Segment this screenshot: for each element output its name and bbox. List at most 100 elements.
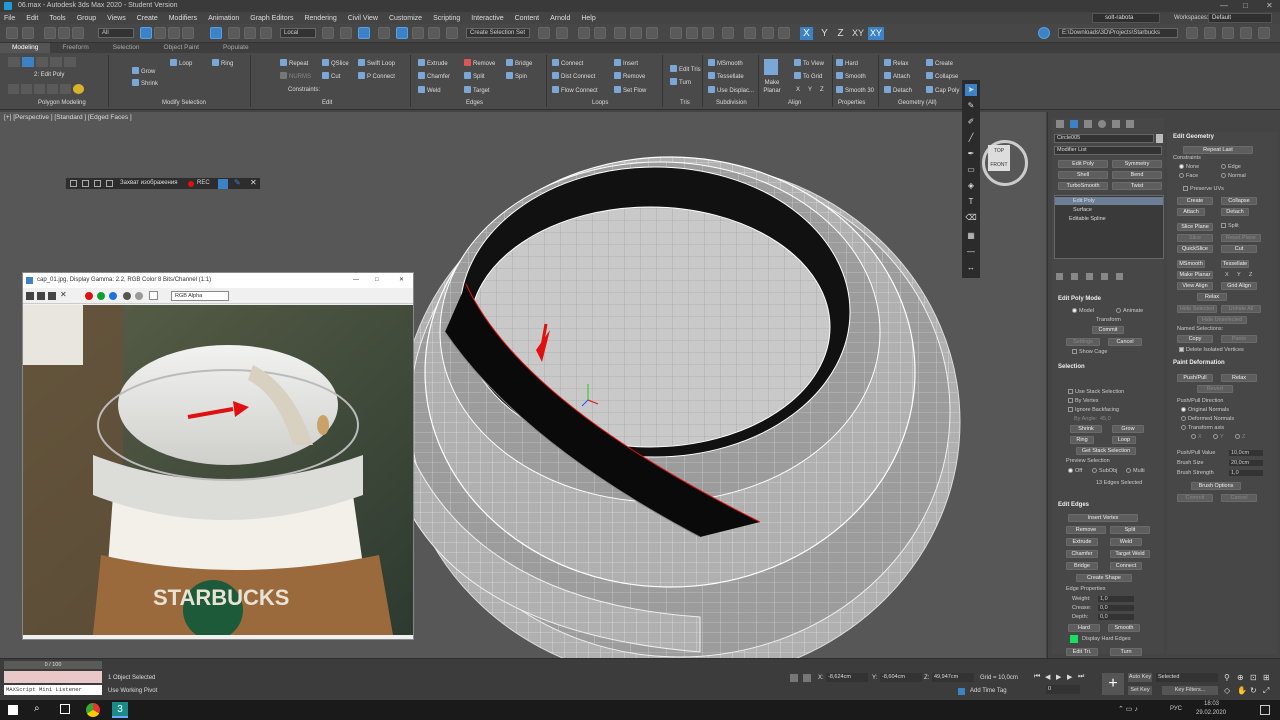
brush-size-value[interactable]: 20,0cm — [1229, 460, 1263, 466]
weight-value[interactable]: 1,0 — [1098, 596, 1134, 602]
edge-hard-button[interactable]: Hard — [1068, 624, 1100, 632]
channel-select[interactable]: RGB Alpha — [171, 291, 229, 301]
align-y-button[interactable]: Y — [808, 86, 812, 94]
border-mode-icon[interactable] — [36, 57, 48, 67]
smooth30-button[interactable]: Smooth 30 — [836, 86, 874, 95]
goto-start-icon[interactable]: ⏮ — [1034, 673, 1042, 681]
geo-x-button[interactable]: X — [1225, 272, 1229, 278]
hide-unselected-button[interactable]: Hide Unselected — [1197, 316, 1247, 324]
ref-coord-select[interactable]: Local — [280, 28, 316, 38]
folder-new-icon[interactable] — [1240, 27, 1252, 39]
pan-icon[interactable]: ✋ — [1237, 686, 1247, 697]
connect-button[interactable]: Connect — [552, 59, 583, 68]
depth-value[interactable]: 0,0 — [1098, 614, 1134, 620]
delete-isolated-checkbox[interactable]: Delete Isolated Vertices — [1179, 347, 1244, 353]
menu-views[interactable]: Views — [107, 15, 126, 22]
menu-group[interactable]: Group — [77, 15, 96, 22]
save-image-icon[interactable] — [26, 292, 34, 300]
flow-connect-button[interactable]: Flow Connect — [552, 86, 598, 95]
arnold-ipr-icon[interactable] — [778, 27, 790, 39]
percent-snap-icon[interactable] — [412, 27, 424, 39]
line-weight-icon[interactable]: — — [965, 246, 977, 258]
maxscript-listener[interactable]: MAXScript Mini Listener — [4, 685, 102, 695]
modify-tab-icon[interactable] — [1070, 120, 1078, 128]
cap-poly-button[interactable]: Cap Poly — [926, 86, 959, 95]
mirror-icon[interactable] — [538, 27, 550, 39]
detach-button[interactable]: Detach — [884, 86, 912, 95]
windows-start-icon[interactable] — [8, 705, 18, 715]
grow-button[interactable]: Grow — [132, 67, 155, 76]
zoom-extents-icon[interactable]: ⊡ — [1250, 673, 1260, 683]
folder-up-icon[interactable] — [1222, 27, 1234, 39]
axis-z-radio[interactable]: Z — [1235, 434, 1245, 440]
model-radio[interactable]: Model — [1072, 308, 1094, 314]
zoom-all-icon[interactable]: ⊕ — [1237, 673, 1247, 683]
workspace-select[interactable]: Default — [1208, 13, 1272, 23]
align-icon[interactable] — [556, 27, 568, 39]
paint-commit-button[interactable]: Commit — [1177, 494, 1213, 502]
remove-button[interactable]: Remove — [464, 59, 495, 68]
user-menu[interactable]: solt-rabota — [1092, 13, 1160, 23]
named-paste-button[interactable]: Paste — [1221, 335, 1257, 343]
schematic-view-icon[interactable] — [630, 27, 642, 39]
menu-tools[interactable]: Tools — [49, 15, 65, 22]
tab-freeform[interactable]: Freeform — [50, 43, 100, 53]
constraint-edge-radio[interactable]: Edge — [1221, 164, 1241, 170]
capture-label[interactable]: Захват изображения — [120, 180, 177, 186]
menu-file[interactable]: File — [4, 15, 15, 22]
loop-button[interactable]: Loop — [1112, 436, 1136, 444]
loop-remove-button[interactable]: Remove — [614, 72, 645, 81]
zoom-extents-all-icon[interactable]: ⊞ — [1263, 673, 1273, 683]
hide-selected-button[interactable]: Hide Selected — [1177, 305, 1217, 313]
zoom-icon[interactable]: ⚲ — [1224, 673, 1234, 683]
slice-button[interactable]: Slice — [1177, 234, 1213, 242]
alpha-channel-icon[interactable] — [123, 292, 131, 300]
menu-customize[interactable]: Customize — [389, 15, 422, 22]
geo-cut-button[interactable]: Cut — [1221, 245, 1257, 253]
add-time-tag[interactable]: Add Time Tag — [970, 688, 1007, 694]
brush-options-button[interactable]: Brush Options — [1191, 482, 1241, 490]
clock-time[interactable]: 18:03 — [1204, 701, 1219, 707]
key-filters-button[interactable]: Key Filters... — [1162, 686, 1218, 695]
paint-deformation-title[interactable]: Paint Deformation — [1173, 360, 1225, 366]
search-icon[interactable]: ⌕ — [34, 703, 40, 714]
configure-sets-icon[interactable] — [1116, 273, 1123, 280]
scale-icon[interactable] — [244, 27, 256, 39]
target-button[interactable]: Target — [464, 86, 490, 95]
edge-split-button[interactable]: Split — [1110, 526, 1150, 534]
redo-icon[interactable] — [22, 27, 34, 39]
ring-button[interactable]: Ring — [212, 59, 233, 68]
edge-chamfer-button[interactable]: Chamfer — [1066, 550, 1098, 558]
axis-y-radio[interactable]: Y — [1213, 434, 1224, 440]
tab-selection[interactable]: Selection — [101, 43, 152, 53]
geo-attach-button[interactable]: Attach — [1177, 208, 1205, 216]
text-icon[interactable]: T — [965, 196, 977, 208]
make-planar-button[interactable]: Make Planar — [762, 79, 782, 95]
y-coord-field[interactable]: -8,604cm — [880, 673, 922, 682]
group-polygon-modeling[interactable]: Polygon Modeling — [38, 100, 86, 106]
align-z-button[interactable]: Z — [820, 86, 824, 94]
edit-poly-mode-title[interactable]: Edit Poly Mode — [1058, 296, 1101, 302]
show-end-result-icon[interactable] — [34, 84, 45, 94]
project-path-field[interactable]: E:\Downloads\3D\Projects\Starbucks — [1058, 28, 1178, 38]
crop-icon[interactable] — [106, 180, 113, 187]
render-setup-icon[interactable] — [670, 27, 682, 39]
swatch-icon[interactable] — [149, 291, 158, 300]
make-planar-icon[interactable] — [764, 59, 778, 75]
object-color-swatch[interactable] — [1156, 134, 1163, 143]
tessellate-button[interactable]: Tessellate — [708, 72, 744, 81]
maximize-viewport-icon[interactable]: ⤢ — [1263, 686, 1273, 697]
axis-xy-button[interactable]: XY — [850, 27, 866, 40]
create-button[interactable]: Create — [926, 59, 953, 68]
preview-subobj-radio[interactable]: SubObj — [1092, 468, 1117, 474]
selection-filter[interactable]: All — [98, 28, 134, 38]
set-flow-button[interactable]: Set Flow — [614, 86, 646, 95]
by-angle-value[interactable]: 45,0 — [1100, 416, 1111, 422]
folder-icon[interactable] — [1204, 27, 1216, 39]
menu-rendering[interactable]: Rendering — [304, 15, 336, 22]
tab-populate[interactable]: Populate — [211, 43, 261, 53]
eraser-icon[interactable]: ⌫ — [965, 212, 977, 224]
spin-button[interactable]: Spin — [506, 72, 527, 81]
render-icon[interactable] — [702, 27, 714, 39]
menu-content[interactable]: Content — [515, 15, 540, 22]
